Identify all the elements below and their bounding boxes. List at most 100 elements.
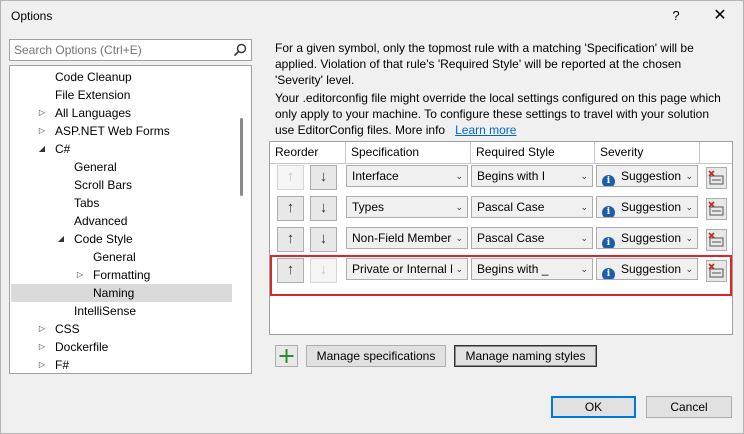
options-dialog: Options ? ✕ Code Cleanup File Extension ▷ A… [0,0,744,434]
tree-item-label: Code Style [74,232,133,246]
specification-select-value: Private or Internal Field [352,262,452,276]
window-title: Options [11,9,53,23]
tree-item-label: C# [55,142,71,156]
ok-button[interactable]: OK [551,396,636,418]
severity-select[interactable]: i Suggestion ⌄ [596,196,698,218]
delete-icon [708,232,724,247]
search-input[interactable] [10,40,220,60]
severity-select[interactable]: i Suggestion ⌄ [596,165,698,187]
search-icon [233,43,247,57]
expanded-chevron-icon[interactable]: ◢ [37,140,47,158]
info-icon: i [602,206,615,217]
specification-select[interactable]: Interface ⌄ [346,165,468,187]
tree-item[interactable]: Code Cleanup [11,68,232,86]
move-down-button[interactable]: ↓ [310,165,337,190]
add-rule-button[interactable] [275,345,298,367]
tree-item[interactable]: ▷ ASP.NET Web Forms [11,122,232,140]
header-specification: Specification [346,142,471,164]
chevron-down-icon: ⌄ [685,171,693,181]
collapsed-chevron-icon[interactable]: ▷ [37,338,47,356]
move-down-button[interactable]: ↓ [310,196,337,221]
chevron-down-icon: ⌄ [455,233,463,243]
tree-item-label: All Languages [55,106,132,120]
tree-item-label: IntelliSense [74,304,137,318]
chevron-down-icon: ⌄ [455,171,463,181]
required-style-select-value: Pascal Case [477,231,545,245]
chevron-down-icon: ⌄ [455,264,463,274]
cancel-button[interactable]: Cancel [646,396,732,418]
tree-item[interactable]: File Extension [11,86,232,104]
chevron-down-icon: ⌄ [685,202,693,212]
manage-naming-styles-button[interactable]: Manage naming styles [454,345,597,367]
close-button[interactable]: ✕ [706,5,734,27]
help-button[interactable]: ? [664,5,688,27]
tree-item[interactable]: ▷ F# [11,356,232,373]
delete-icon [708,201,724,216]
severity-select-value: Suggestion [621,231,682,245]
collapsed-chevron-icon[interactable]: ▷ [37,356,47,373]
expanded-chevron-icon[interactable]: ◢ [56,230,66,248]
manage-specifications-button[interactable]: Manage specifications [306,345,446,367]
plus-icon [279,349,294,363]
chevron-down-icon: ⌄ [685,233,693,243]
tree-item[interactable]: Naming [11,284,232,302]
remove-rule-button[interactable] [706,167,727,189]
collapsed-chevron-icon[interactable]: ▷ [75,266,85,284]
tree-item[interactable]: Advanced [11,212,232,230]
chevron-down-icon: ⌄ [580,233,588,243]
rule-priority-description: For a given symbol, only the topmost rul… [275,41,694,87]
tree-item[interactable]: Scroll Bars [11,176,232,194]
tree-item[interactable]: ▷ CSS [11,320,232,338]
delete-icon [708,263,724,278]
collapsed-chevron-icon[interactable]: ▷ [37,320,47,338]
move-up-button[interactable]: ↑ [277,196,304,221]
required-style-select[interactable]: Pascal Case ⌄ [471,196,593,218]
tree-item[interactable]: ▷ Dockerfile [11,338,232,356]
severity-select[interactable]: i Suggestion ⌄ [596,227,698,249]
required-style-select-value: Begins with _ [477,262,549,276]
specification-select[interactable]: Private or Internal Field⌄ [346,258,468,280]
specification-select[interactable]: Types ⌄ [346,196,468,218]
chevron-down-icon: ⌄ [455,202,463,212]
severity-select-value: Suggestion [621,169,682,183]
collapsed-chevron-icon[interactable]: ▷ [37,104,47,122]
tree-item-label: F# [55,358,70,372]
move-up-button[interactable]: ↑ [277,258,304,283]
collapsed-chevron-icon[interactable]: ▷ [37,122,47,140]
tree-item[interactable]: ▷ Formatting [11,266,232,284]
tree-item[interactable]: General [11,158,232,176]
header-reorder: Reorder [270,142,346,164]
search-box[interactable] [9,39,252,61]
required-style-select[interactable]: Begins with _ ⌄ [471,258,593,280]
move-down-button[interactable]: ↓ [310,258,337,283]
tree-item[interactable]: ◢ Code Style [11,230,232,248]
options-tree[interactable]: Code Cleanup File Extension ▷ All Languages… [9,65,252,374]
move-down-button[interactable]: ↓ [310,227,337,252]
remove-rule-button[interactable] [706,229,727,251]
required-style-select-value: Begins with I [477,169,546,183]
tree-item[interactable]: General [11,248,232,266]
required-style-select[interactable]: Begins with I ⌄ [471,165,593,187]
specification-select-value: Types [352,200,385,214]
learn-more-link[interactable]: Learn more [455,123,516,137]
move-up-button[interactable]: ↑ [277,165,304,190]
move-up-button[interactable]: ↑ [277,227,304,252]
tree-item[interactable]: IntelliSense [11,302,232,320]
naming-rule-row: ↑ ↓ Types ⌄ Pascal Case ⌄ i Suggestion ⌄ [270,193,732,224]
delete-icon [708,170,724,185]
severity-select-value: Suggestion [621,262,682,276]
naming-rule-row: ↑ ↓ Interface ⌄ Begins with I ⌄ i Suggestion ⌄ [270,162,732,193]
specification-select[interactable]: Non-Field Members ⌄ [346,227,468,249]
severity-select[interactable]: i Suggestion ⌄ [596,258,698,280]
tree-item[interactable]: ◢ C# [11,140,232,158]
remove-rule-button[interactable] [706,260,727,282]
tree-item-label: Formatting [93,268,151,282]
header-severity: Severity [595,142,700,164]
tree-item[interactable]: ▷ All Languages [11,104,232,122]
tree-item-label: Advanced [74,214,128,228]
remove-rule-button[interactable] [706,198,727,220]
tree-scrollbar-thumb[interactable] [240,118,243,196]
required-style-select[interactable]: Pascal Case ⌄ [471,227,593,249]
tree-item[interactable]: Tabs [11,194,232,212]
tree-item-label: CSS [55,322,80,336]
